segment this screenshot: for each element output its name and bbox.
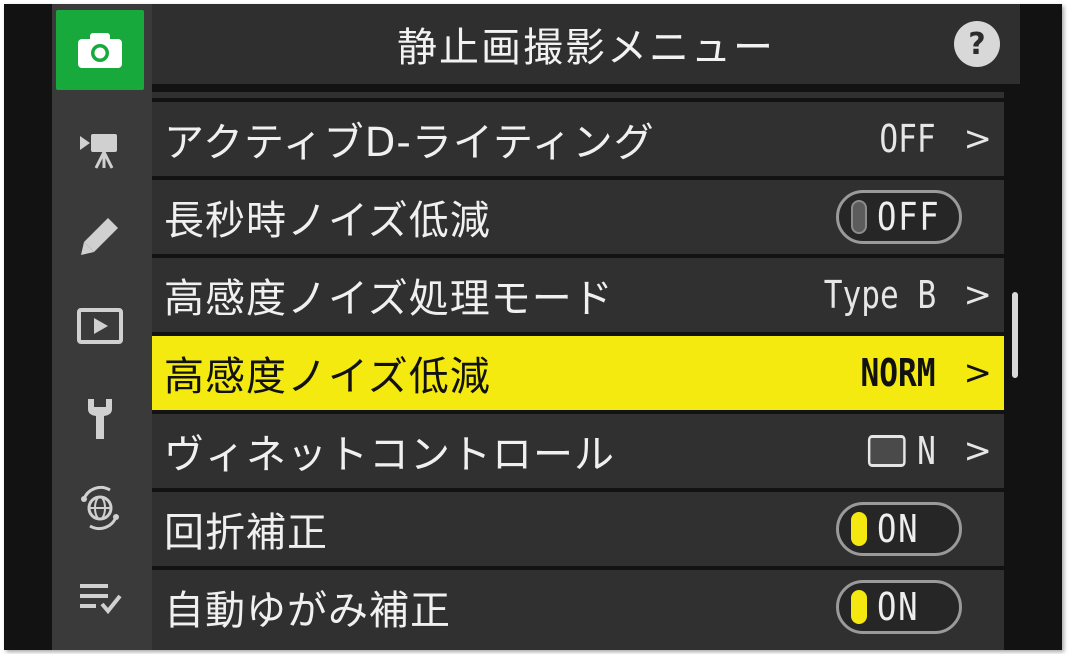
tab-playback[interactable] bbox=[56, 286, 144, 366]
chevron-right-icon: > bbox=[963, 353, 993, 393]
toggle-switch[interactable]: ON bbox=[836, 580, 962, 634]
toggle-state: ON bbox=[877, 507, 920, 551]
menu-item-long-exposure-nr[interactable]: 長秒時ノイズ低減 OFF bbox=[152, 180, 1004, 254]
toggle-state: ON bbox=[877, 585, 920, 629]
menu-header: 静止画撮影メニュー ? bbox=[152, 4, 1020, 84]
my-menu-icon bbox=[80, 584, 122, 615]
vignette-value-text: N bbox=[917, 429, 936, 473]
menu-item-vignette-control[interactable]: ヴィネットコントロール N > bbox=[152, 414, 1004, 488]
chevron-right-icon: > bbox=[963, 431, 993, 471]
movie-camera-icon bbox=[80, 134, 117, 169]
toggle-knob-off-icon bbox=[851, 200, 867, 234]
scrollbar[interactable] bbox=[1012, 292, 1018, 378]
menu-item-auto-distortion-control[interactable]: 自動ゆがみ補正 ON bbox=[152, 570, 1004, 644]
tab-setup[interactable] bbox=[56, 378, 144, 458]
menu-item-diffraction-compensation[interactable]: 回折補正 ON bbox=[152, 492, 1004, 566]
help-button[interactable]: ? bbox=[954, 21, 1000, 67]
menu-item-active-d-lighting[interactable]: アクティブD-ライティング OFF > bbox=[152, 102, 1004, 176]
playback-icon bbox=[77, 308, 123, 344]
chevron-right-icon: > bbox=[963, 275, 993, 315]
menu-list: アクティブD-ライティング OFF > 長秒時ノイズ低減 OFF 高感度ノイズ処… bbox=[152, 92, 1004, 648]
menu-item-value: N bbox=[868, 414, 936, 488]
menu-item-value: NORM bbox=[860, 351, 936, 395]
toggle-switch[interactable]: OFF bbox=[836, 190, 962, 244]
camera-icon bbox=[78, 33, 122, 68]
toggle-knob-on-icon bbox=[851, 590, 867, 624]
list-item-partial bbox=[152, 92, 1004, 98]
menu-item-label: 高感度ノイズ処理モード bbox=[164, 276, 614, 322]
tab-my-menu[interactable] bbox=[56, 558, 144, 638]
tab-movie-shooting[interactable] bbox=[56, 108, 144, 188]
tab-photo-shooting[interactable] bbox=[56, 10, 144, 90]
menu-item-label: ヴィネットコントロール bbox=[164, 432, 615, 478]
camera-menu-screen: 静止画撮影メニュー ? アクティブD-ライティング OFF > 長秒時ノイズ低減… bbox=[4, 4, 1062, 650]
wrench-icon bbox=[88, 399, 112, 439]
tab-retouch[interactable] bbox=[56, 196, 144, 276]
tab-network[interactable] bbox=[56, 468, 144, 548]
menu-item-label: 長秒時ノイズ低減 bbox=[164, 198, 491, 244]
pencil-icon bbox=[81, 218, 118, 255]
menu-item-label: アクティブD-ライティング bbox=[164, 120, 655, 166]
menu-tab-sidebar bbox=[52, 4, 152, 650]
toggle-switch[interactable]: ON bbox=[836, 502, 962, 556]
menu-item-high-iso-nr[interactable]: 高感度ノイズ低減 NORM > bbox=[152, 336, 1004, 410]
menu-item-value: Type B bbox=[823, 273, 936, 317]
toggle-state: OFF bbox=[877, 195, 941, 239]
page-title: 静止画撮影メニュー bbox=[397, 25, 775, 71]
vignette-icon bbox=[868, 435, 906, 467]
menu-item-label: 自動ゆがみ補正 bbox=[164, 588, 451, 634]
list-item-partial-bottom bbox=[152, 640, 1004, 650]
menu-item-label: 高感度ノイズ低減 bbox=[164, 354, 491, 400]
network-icon bbox=[81, 485, 119, 531]
chevron-right-icon: > bbox=[963, 119, 993, 159]
toggle-knob-on-icon bbox=[851, 512, 867, 546]
menu-item-high-iso-nr-mode[interactable]: 高感度ノイズ処理モード Type B > bbox=[152, 258, 1004, 332]
menu-item-value: OFF bbox=[879, 117, 936, 161]
menu-item-label: 回折補正 bbox=[164, 510, 328, 556]
